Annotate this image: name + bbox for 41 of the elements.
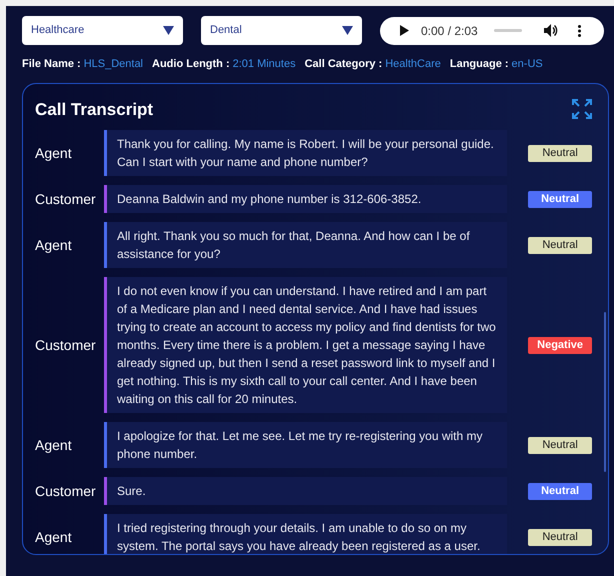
expand-icon[interactable]: [572, 99, 592, 120]
scrollbar[interactable]: [604, 312, 606, 472]
message-bubble: Sure.: [104, 477, 508, 505]
speaker-label: Customer: [35, 482, 97, 500]
message-bubble: Thank you for calling. My name is Robert. I will be your personal guide. Can I start with your name and phone number?: [104, 130, 508, 176]
info-value: HealthCare: [385, 57, 441, 72]
sentiment-tag: Neutral: [528, 528, 592, 546]
message-bubble: All right. Thank you so much for that, Deanna. And how can I be of assistance for you?: [104, 222, 508, 268]
speaker-label: Agent: [35, 528, 73, 547]
message-bubble: I apologize for that. Let me see. Let me try re-registering you with my phone number.: [104, 422, 508, 468]
speaker-label: Agent: [35, 144, 73, 163]
sentiment-tag: Neutral: [528, 482, 592, 500]
speaker-label: Agent: [35, 436, 73, 455]
dropdown[interactable]: Dental: [201, 16, 362, 45]
caret-icon: [163, 26, 174, 35]
more-icon[interactable]: [578, 24, 581, 36]
sentiment-tag: Neutral: [528, 236, 592, 254]
info-value: en-US: [512, 57, 543, 72]
info-value: 2:01 Minutes: [232, 57, 296, 72]
message-bubble: Deanna Baldwin and my phone number is 312-606-3852.: [104, 185, 508, 213]
info-label: File Name :: [22, 57, 81, 72]
info-label: Call Category :: [304, 57, 382, 72]
audio-time: 0:00 / 2:03: [421, 22, 478, 40]
info-value: HLS_Dental: [84, 57, 144, 72]
sentiment-tag: Neutral: [528, 436, 592, 454]
panel-title: Call Transcript: [35, 98, 154, 120]
caret-icon: [342, 26, 353, 35]
play-icon[interactable]: [400, 25, 409, 36]
speaker-label: Customer: [35, 336, 97, 354]
info-label: Language :: [450, 57, 509, 72]
message-bubble: I do not even know if you can understand. I have retired and I am part of a Medicare plan and I need dental service. And I have had issues trying to create an account to access my policy and find dentists for two months. Every time there is a problem. I get a message saying I have already signed up, but then I send a reset password link to myself and I get nothing. This is my sixth call to your call center. And I have been waiting on this call for 20 minutes.: [104, 277, 508, 413]
sentiment-tag: Negative: [528, 336, 592, 354]
dropdown[interactable]: Healthcare: [22, 16, 183, 45]
speaker-label: Customer: [35, 190, 97, 208]
message-bubble: I tried registering through your details. I am unable to do so on my system. The portal says you have already been registered as a user.: [104, 514, 508, 554]
volume-icon[interactable]: [544, 24, 558, 37]
speaker-label: Agent: [35, 236, 73, 255]
sentiment-tag: Neutral: [528, 144, 592, 162]
sentiment-tag: Neutral: [528, 190, 592, 208]
info-label: Audio Length :: [152, 57, 230, 72]
audio-progress-track[interactable]: [494, 29, 522, 32]
